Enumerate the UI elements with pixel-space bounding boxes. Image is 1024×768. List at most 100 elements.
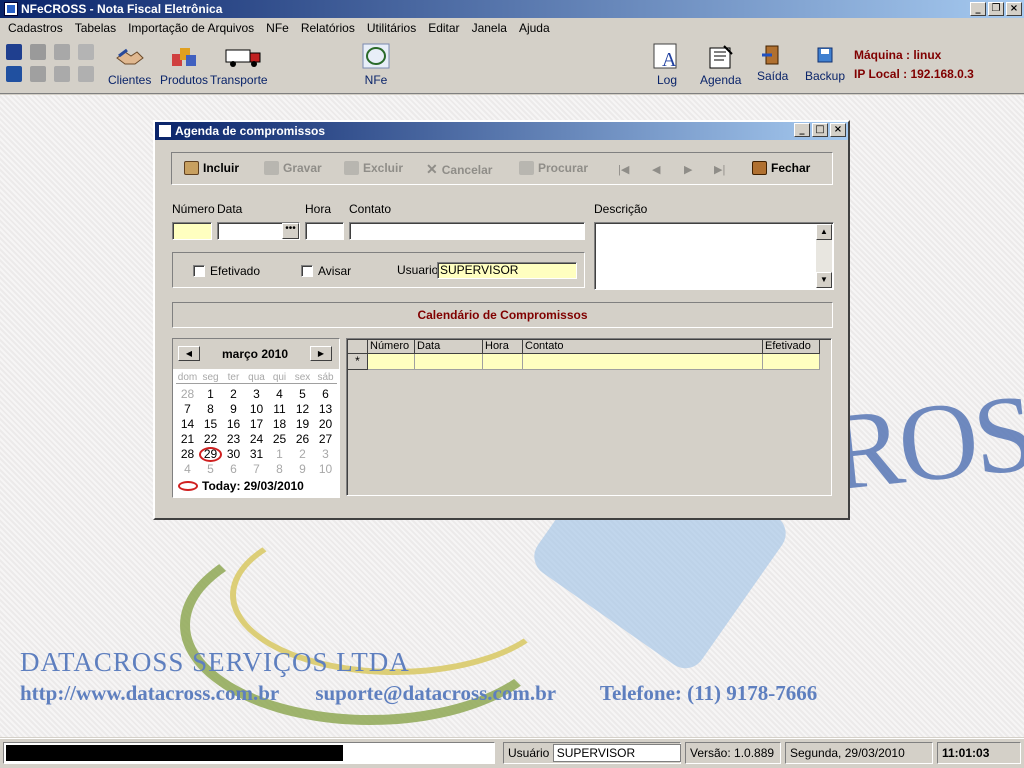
- calendar-day[interactable]: 15: [199, 417, 222, 432]
- cancelar-button[interactable]: ✕ Cancelar: [426, 161, 492, 178]
- appointments-grid[interactable]: Número Data Hora Contato Efetivado *: [346, 338, 832, 496]
- column-header-hora[interactable]: Hora: [483, 340, 523, 354]
- dialog-minimize-button[interactable]: _: [794, 123, 810, 137]
- calendar-day[interactable]: 6: [314, 387, 337, 402]
- dialog-close-button[interactable]: ×: [830, 123, 846, 137]
- calendar-day[interactable]: 29: [199, 447, 222, 462]
- descricao-scrollbar[interactable]: ▲ ▼: [816, 224, 832, 288]
- incluir-button[interactable]: Incluir: [184, 161, 239, 175]
- table-cell[interactable]: [523, 354, 763, 370]
- table-row[interactable]: *: [348, 354, 820, 370]
- calendar-day[interactable]: 31: [245, 447, 268, 462]
- calendar-day[interactable]: 20: [314, 417, 337, 432]
- calendar-day[interactable]: 22: [199, 432, 222, 447]
- menu-tabelas[interactable]: Tabelas: [69, 21, 122, 35]
- avisar-checkbox[interactable]: Avisar: [301, 264, 351, 278]
- table-cell[interactable]: [483, 354, 523, 370]
- calculator-icon[interactable]: [78, 44, 94, 60]
- calendar-day[interactable]: 3: [245, 387, 268, 402]
- close-button[interactable]: ×: [1006, 2, 1022, 16]
- transporte-button[interactable]: Transporte: [210, 42, 268, 87]
- calendar-day[interactable]: 4: [176, 462, 199, 477]
- previous-record-icon[interactable]: ◀: [652, 163, 660, 176]
- first-record-icon[interactable]: |◀: [618, 163, 629, 176]
- menu-relatorios[interactable]: Relatórios: [295, 21, 361, 35]
- menu-nfe[interactable]: NFe: [260, 21, 295, 35]
- calendar-day[interactable]: 17: [245, 417, 268, 432]
- efetivado-box[interactable]: [193, 265, 205, 277]
- print-icon[interactable]: [54, 66, 70, 82]
- column-header-contato[interactable]: Contato: [523, 340, 763, 354]
- calendar-day[interactable]: 13: [314, 402, 337, 417]
- calendar-day[interactable]: 9: [222, 402, 245, 417]
- fechar-button[interactable]: Fechar: [752, 161, 810, 175]
- calendar-day[interactable]: 5: [291, 387, 314, 402]
- table-icon[interactable]: [54, 44, 70, 60]
- calendar-day[interactable]: 4: [268, 387, 291, 402]
- column-header-efetivado[interactable]: Efetivado: [763, 340, 820, 354]
- calendar-day[interactable]: 7: [176, 402, 199, 417]
- calendar-day[interactable]: 16: [222, 417, 245, 432]
- calendar-day[interactable]: 21: [176, 432, 199, 447]
- saida-button[interactable]: Saída: [757, 44, 788, 83]
- contato-field[interactable]: [349, 222, 585, 240]
- table-cell[interactable]: [368, 354, 415, 370]
- date-picker-button[interactable]: •••: [282, 223, 299, 239]
- calendar-day[interactable]: 14: [176, 417, 199, 432]
- produtos-button[interactable]: Produtos: [160, 42, 208, 87]
- next-record-icon[interactable]: ▶: [684, 163, 692, 176]
- calendar-day[interactable]: 1: [268, 447, 291, 462]
- hora-field[interactable]: [305, 222, 344, 240]
- scroll-down-arrow-icon[interactable]: ▼: [816, 272, 832, 288]
- menu-janela[interactable]: Janela: [466, 21, 513, 35]
- last-record-icon[interactable]: ▶|: [714, 163, 725, 176]
- calendar-day[interactable]: 27: [314, 432, 337, 447]
- nfe-button[interactable]: NFe: [361, 42, 391, 87]
- settings-icon[interactable]: [30, 66, 46, 82]
- calendar-day[interactable]: 8: [199, 402, 222, 417]
- calendar-day[interactable]: 19: [291, 417, 314, 432]
- column-header-data[interactable]: Data: [415, 340, 483, 354]
- binoculars-icon[interactable]: [6, 44, 22, 60]
- calendar-day[interactable]: 28: [176, 387, 199, 402]
- calendar-day[interactable]: 26: [291, 432, 314, 447]
- efetivado-checkbox[interactable]: Efetivado: [193, 264, 260, 278]
- minimize-button[interactable]: _: [970, 2, 986, 16]
- avisar-box[interactable]: [301, 265, 313, 277]
- previous-month-button[interactable]: ◀: [178, 346, 200, 361]
- descricao-textarea[interactable]: ▲ ▼: [594, 222, 834, 290]
- menu-importacao[interactable]: Importação de Arquivos: [122, 21, 260, 35]
- calendar-day[interactable]: 8: [268, 462, 291, 477]
- calendar-day[interactable]: 10: [245, 402, 268, 417]
- menu-utilitarios[interactable]: Utilitários: [361, 21, 422, 35]
- calendar-day[interactable]: 1: [199, 387, 222, 402]
- box-icon[interactable]: [78, 66, 94, 82]
- calendar-day[interactable]: 2: [222, 387, 245, 402]
- network-icon[interactable]: [30, 44, 46, 60]
- agenda-button[interactable]: Agenda: [700, 42, 741, 87]
- calendar-day[interactable]: 25: [268, 432, 291, 447]
- calendar-day[interactable]: 18: [268, 417, 291, 432]
- calendar-day[interactable]: 24: [245, 432, 268, 447]
- scroll-up-arrow-icon[interactable]: ▲: [816, 224, 832, 240]
- menu-editar[interactable]: Editar: [422, 21, 465, 35]
- numero-field[interactable]: [172, 222, 212, 240]
- calendar-day[interactable]: 30: [222, 447, 245, 462]
- next-month-button[interactable]: ▶: [310, 346, 332, 361]
- calendar-day[interactable]: 9: [291, 462, 314, 477]
- calendar-day[interactable]: 10: [314, 462, 337, 477]
- log-button[interactable]: A Log: [652, 42, 682, 87]
- column-header-numero[interactable]: Número: [368, 340, 415, 354]
- calendar-day[interactable]: 12: [291, 402, 314, 417]
- calendar-day[interactable]: 7: [245, 462, 268, 477]
- table-cell[interactable]: [763, 354, 820, 370]
- restore-button[interactable]: ❐: [988, 2, 1004, 16]
- backup-button[interactable]: Backup: [805, 44, 845, 83]
- usuario-field[interactable]: SUPERVISOR: [437, 262, 577, 279]
- calendar-day[interactable]: 2: [291, 447, 314, 462]
- calendar-day[interactable]: 28: [176, 447, 199, 462]
- table-cell[interactable]: [415, 354, 483, 370]
- procurar-button[interactable]: Procurar: [519, 161, 588, 175]
- gravar-button[interactable]: Gravar: [264, 161, 322, 175]
- calendar-day[interactable]: 11: [268, 402, 291, 417]
